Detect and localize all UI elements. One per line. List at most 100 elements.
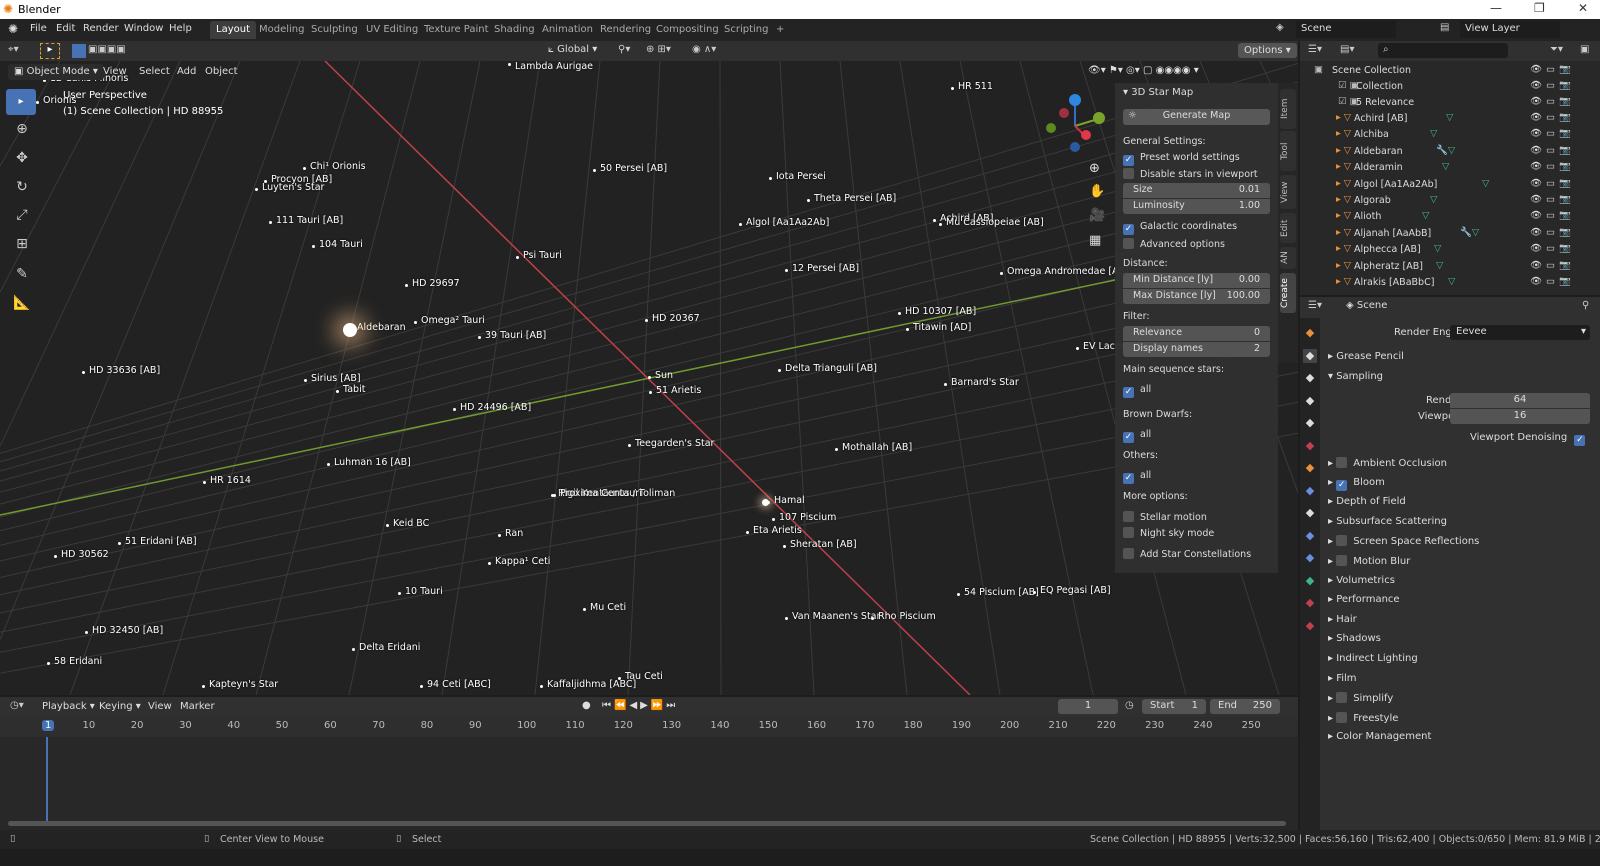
visibility-toggles[interactable]: 👁▭📷 xyxy=(1530,128,1575,139)
star-label[interactable]: Teegarden's Star xyxy=(635,438,714,449)
texture-properties-tab-icon[interactable]: ◆ xyxy=(1303,619,1317,633)
panel-color-management[interactable]: ▸ Color Management xyxy=(1328,731,1431,742)
night-sky-checkbox[interactable]: Night sky mode xyxy=(1123,527,1214,539)
tool-properties-tab-icon[interactable]: ◆ xyxy=(1303,326,1317,340)
outliner-object[interactable]: ▸ ▽ Aldebaran 🔧▽ 👁▭📷 xyxy=(1300,144,1600,160)
scale-tool-icon[interactable]: ⤢ xyxy=(6,201,38,229)
star-label[interactable]: Sirius [AB] xyxy=(311,373,361,384)
main-sequence-all-checkbox[interactable]: ✓ all xyxy=(1123,384,1151,398)
tab-scripting[interactable]: Scripting xyxy=(718,21,774,39)
current-frame-field[interactable]: 1 xyxy=(1058,699,1118,714)
panel-enable-checkbox[interactable] xyxy=(1336,555,1348,566)
new-collection-icon[interactable]: ▣ xyxy=(1580,44,1589,55)
sampling-panel[interactable]: ▾ Sampling xyxy=(1328,371,1383,382)
sidebar-tab-tool[interactable]: Tool xyxy=(1280,131,1296,171)
blender-menu-icon[interactable]: ✺ xyxy=(8,22,18,36)
star-label[interactable]: Luhman 16 [AB] xyxy=(334,457,411,468)
star-label[interactable]: HD 10307 [AB] xyxy=(905,306,976,317)
transform-orientation-dropdown[interactable]: ⟀ Global ▾ xyxy=(548,44,597,55)
panel-screen-space-reflections[interactable]: ▸ Screen Space Reflections xyxy=(1328,535,1479,547)
close-button[interactable]: ✕ xyxy=(1578,1,1588,15)
output-properties-tab-icon[interactable]: ◆ xyxy=(1303,371,1317,385)
star-label[interactable]: 39 Tauri [AB] xyxy=(485,330,546,341)
star-label[interactable]: Mu Ceti xyxy=(590,602,626,613)
generate-map-button[interactable]: ☼ Generate Map xyxy=(1123,109,1270,125)
filter-icon[interactable]: ⏷▾ xyxy=(1550,44,1563,55)
3d-viewport[interactable]: 12 Canis MinorisLambda AurigaeHR 511Chi¹… xyxy=(0,61,1298,695)
tab-compositing[interactable]: Compositing xyxy=(650,21,725,39)
display-names-field[interactable]: Display names 2 xyxy=(1123,342,1270,357)
outliner-search-input[interactable]: ⌕ xyxy=(1378,43,1508,58)
panel-hair[interactable]: ▸ Hair xyxy=(1328,614,1357,625)
star-label[interactable]: 94 Ceti [ABC] xyxy=(427,679,491,690)
star-label[interactable]: Rho Piscium xyxy=(878,611,936,622)
panel-motion-blur[interactable]: ▸ Motion Blur xyxy=(1328,555,1410,567)
max-distance-field[interactable]: Max Distance [ly] 100.00 xyxy=(1123,289,1270,304)
scene-selector[interactable]: Scene xyxy=(1296,21,1396,38)
disable-stars-checkbox[interactable]: Disable stars in viewport xyxy=(1123,168,1258,180)
star-label[interactable]: Sheratan [AB] xyxy=(790,539,857,550)
visibility-toggles[interactable]: 👁▭📷 xyxy=(1530,96,1575,107)
timeline-scrollbar[interactable] xyxy=(8,821,1286,826)
star-label[interactable]: Proxima Centauri xyxy=(560,488,642,499)
panel-freestyle[interactable]: ▸ Freestyle xyxy=(1328,711,1398,724)
star-label[interactable]: Mothallah [AB] xyxy=(842,442,912,453)
visibility-toggles[interactable]: 👁▭📷 xyxy=(1530,243,1575,254)
star-label[interactable]: Algol [Aa1Aa2Ab] xyxy=(746,217,829,228)
editor-type-icon[interactable]: ☰▾ xyxy=(1308,300,1322,311)
menu-edit[interactable]: Edit xyxy=(56,23,75,34)
select-mode-icons[interactable]: ▣▣▣▣ xyxy=(88,44,126,55)
proportional-edit-icon[interactable]: ◉ ∧▾ xyxy=(692,44,716,55)
panel-header[interactable]: ▾ 3D Star Map xyxy=(1123,87,1193,98)
view-menu[interactable]: View xyxy=(103,66,127,77)
star-label[interactable]: 10 Tauri xyxy=(405,586,443,597)
transform-tool-icon[interactable]: ⊞ xyxy=(6,229,38,259)
keying-menu[interactable]: Keying ▾ xyxy=(99,701,141,712)
visibility-toggles[interactable]: 👁▭📷 xyxy=(1530,145,1575,156)
add-workspace-button[interactable]: + xyxy=(770,21,790,39)
star-label[interactable]: Lambda Aurigae xyxy=(515,61,593,72)
preset-world-checkbox[interactable]: ✓ Preset world settings xyxy=(1123,152,1240,166)
tab-texture-paint[interactable]: Texture Paint xyxy=(418,21,495,39)
constraints-properties-tab-icon[interactable]: ◆ xyxy=(1303,551,1317,565)
star-label[interactable]: HD 24496 [AB] xyxy=(460,402,531,413)
star-label[interactable]: Mu Cassiopeiae [AB] xyxy=(946,217,1044,228)
visibility-toggles[interactable]: 👁▭📷 xyxy=(1530,80,1575,91)
panel-simplify[interactable]: ▸ Simplify xyxy=(1328,692,1393,704)
panel-shadows[interactable]: ▸ Shadows xyxy=(1328,633,1381,644)
visibility-toggles[interactable]: 👁▭📷 xyxy=(1530,64,1575,75)
measure-tool-icon[interactable]: 📐 xyxy=(6,289,38,317)
star-label[interactable]: Chi¹ Orionis xyxy=(310,161,366,172)
panel-enable-checkbox[interactable] xyxy=(1336,457,1348,468)
scene-properties-tab-icon[interactable]: ◆ xyxy=(1303,416,1317,430)
pan-view-icon[interactable]: ✋ xyxy=(1089,184,1105,199)
outliner-object[interactable]: ▸ ▽ Alrakis [ABaBbC] ▽ 👁▭📷 xyxy=(1300,275,1600,291)
panel-volumetrics[interactable]: ▸ Volumetrics xyxy=(1328,575,1395,586)
panel-film[interactable]: ▸ Film xyxy=(1328,673,1357,684)
visibility-toggles[interactable]: 👁▭📷 xyxy=(1530,227,1575,238)
editor-type-icon[interactable]: ⌖▾ xyxy=(8,44,19,55)
star-label[interactable]: HD 20367 xyxy=(652,313,700,324)
object-mode-dropdown[interactable]: ▣ Object Mode ▾ xyxy=(8,64,104,80)
frame-ruler[interactable]: 1 10 20 30 40 50 60 70 80 90 100 110 120 130 140 150 160… xyxy=(0,717,1298,737)
cursor-tool-icon[interactable]: ⊕ xyxy=(6,115,38,143)
outliner-scene-collection[interactable]: ▣ Scene Collection 👁▭📷 xyxy=(1300,63,1600,79)
outliner-object[interactable]: ▸ ▽ Alchiba ▽ 👁▭📷 xyxy=(1300,127,1600,143)
select-menu[interactable]: Select xyxy=(139,66,170,77)
menu-file[interactable]: File xyxy=(30,23,47,34)
editor-type-icon[interactable]: ☰▾ xyxy=(1308,44,1322,55)
star-label[interactable]: 51 Eridani [AB] xyxy=(125,536,197,547)
galactic-coordinates-checkbox[interactable]: ✓ Galactic coordinates xyxy=(1123,221,1237,235)
star-label[interactable]: 107 Piscium xyxy=(779,512,836,523)
camera-view-icon[interactable]: 🎥 xyxy=(1089,208,1105,223)
star-label[interactable]: Delta Eridani xyxy=(359,642,420,653)
panel-indirect-lighting[interactable]: ▸ Indirect Lighting xyxy=(1328,653,1418,664)
object-menu[interactable]: Object xyxy=(205,66,238,77)
select-box-tool-icon[interactable]: ▸ xyxy=(6,89,36,115)
display-mode-icon[interactable]: ▤▾ xyxy=(1340,44,1354,55)
star-label[interactable]: Psi Tauri xyxy=(523,250,562,261)
stellar-motion-checkbox[interactable]: Stellar motion xyxy=(1123,511,1207,523)
outliner-collection-relevance[interactable]: ☑ ▣ 5 Relevance 👁▭📷 xyxy=(1300,95,1600,111)
star-label[interactable]: Delta Trianguli [AB] xyxy=(785,363,877,374)
tab-shading[interactable]: Shading xyxy=(488,21,541,39)
